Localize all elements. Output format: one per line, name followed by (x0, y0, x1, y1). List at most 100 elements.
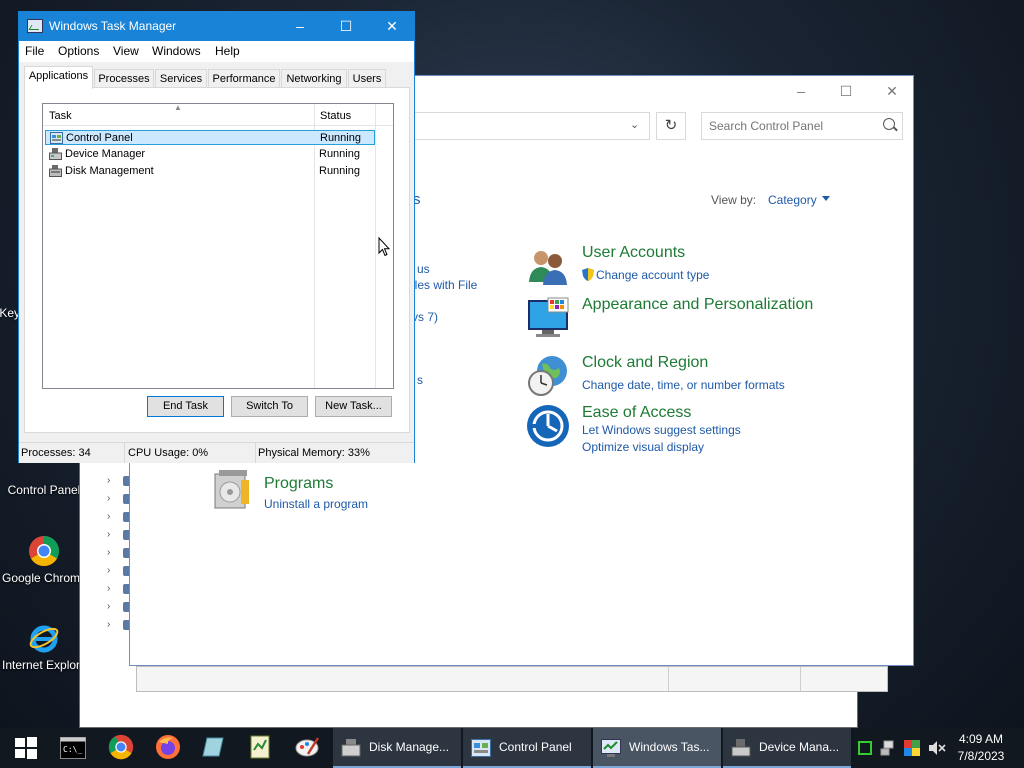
search-box[interactable] (701, 112, 903, 140)
clock-region-icon[interactable] (526, 354, 570, 398)
maximize-button[interactable]: ☐ (823, 76, 869, 106)
svg-text:C:\_: C:\_ (63, 745, 82, 754)
chevron-down-icon[interactable] (822, 196, 830, 201)
taskbar-task-label: Windows Tas... (629, 740, 710, 754)
column-divider[interactable] (375, 104, 376, 388)
sort-ascending-icon: ▲ (174, 103, 182, 112)
tab-processes[interactable]: Processes (94, 69, 154, 89)
desktop-icon-google-chrome[interactable]: Google Chrome (2, 535, 87, 585)
minimize-button[interactable]: – (778, 76, 824, 106)
maximize-button[interactable]: ☐ (323, 12, 369, 41)
status-segment (669, 667, 801, 691)
network-icon (880, 740, 894, 756)
chrome-taskbar-button[interactable] (108, 734, 136, 762)
ease-of-access-icon[interactable] (526, 404, 570, 448)
device-manager-icon (49, 148, 62, 160)
menu-options[interactable]: Options (58, 44, 99, 58)
notepad-app-taskbar-button[interactable] (247, 734, 275, 762)
column-header-status[interactable]: Status (320, 110, 351, 122)
status-bar: Processes: 34 CPU Usage: 0% Physical Mem… (19, 442, 414, 463)
switch-to-button[interactable]: Switch To (231, 396, 308, 417)
desktop-icon-label: Google Chrome (2, 571, 87, 585)
disk-management-icon (49, 165, 62, 177)
optimize-visual-display-link[interactable]: Optimize visual display (582, 440, 704, 454)
tab-performance[interactable]: Performance (208, 69, 280, 89)
taskbar-task-disk-management[interactable]: Disk Manage... (333, 728, 461, 768)
end-task-button[interactable]: End Task (147, 396, 224, 417)
menu-file[interactable]: File (25, 44, 44, 58)
chevron-right-icon: › (107, 475, 111, 486)
menu-help[interactable]: Help (215, 44, 240, 58)
taskbar-task-device-manager[interactable]: Device Mana... (723, 728, 851, 768)
color-profile-icon (904, 740, 920, 756)
change-date-time-link[interactable]: Change date, time, or number formats (582, 378, 785, 392)
tab-networking[interactable]: Networking (281, 69, 347, 89)
task-list[interactable]: ▲ Task Status Control Panel Running Devi… (42, 103, 394, 389)
desktop-icon-label: Control Panel (7, 483, 81, 497)
search-input[interactable] (709, 118, 879, 134)
task-manager-window[interactable]: Windows Task Manager – ☐ ✕ File Options … (18, 11, 415, 463)
partial-link[interactable]: iles with File (412, 278, 477, 292)
appearance-icon[interactable] (526, 296, 570, 340)
clock-time: 4:09 AM (958, 732, 1004, 746)
chevron-right-icon: › (107, 547, 111, 558)
task-manager-titlebar[interactable]: Windows Task Manager – ☐ ✕ (19, 12, 414, 41)
chrome-icon (108, 734, 134, 760)
minimize-button[interactable]: – (277, 12, 323, 41)
tray-network[interactable] (880, 728, 896, 768)
partial-link[interactable]: us (417, 262, 430, 276)
desktop-icon-label: Internet Explorer (2, 658, 91, 672)
applications-panel: ▲ Task Status Control Panel Running Devi… (24, 87, 410, 433)
command-prompt-icon: C:\_ (60, 737, 86, 759)
view-by-dropdown[interactable]: Category (768, 193, 817, 207)
tab-services[interactable]: Services (155, 69, 207, 89)
address-bar[interactable] (410, 112, 650, 140)
refresh-button[interactable]: ↻ (656, 112, 686, 140)
command-prompt-taskbar-button[interactable]: C:\_ (60, 734, 88, 762)
paint-app-taskbar-button[interactable] (294, 734, 322, 762)
change-account-type-link[interactable]: Change account type (596, 268, 709, 282)
glass-app-taskbar-button[interactable] (201, 734, 229, 762)
taskbar-task-task-manager[interactable]: Windows Tas... (593, 728, 721, 768)
taskbar-clock[interactable]: 4:09 AM 7/8/2023 (955, 731, 1007, 765)
task-manager-icon (27, 19, 43, 33)
task-row[interactable]: Disk Management Running (45, 164, 375, 179)
new-task-button[interactable]: New Task... (315, 396, 392, 417)
category-title[interactable]: Ease of Access (582, 404, 691, 422)
search-icon[interactable] (883, 118, 895, 130)
chevron-right-icon: › (107, 565, 111, 576)
close-button[interactable]: ✕ (369, 12, 415, 41)
partial-link[interactable]: vs 7) (412, 310, 438, 324)
chevron-down-icon[interactable]: ⌄ (630, 118, 639, 131)
windows-suggest-settings-link[interactable]: Let Windows suggest settings (582, 423, 741, 437)
column-header-task[interactable]: Task (49, 110, 72, 122)
desktop-icon-internet-explorer[interactable]: Internet Explorer (2, 622, 91, 672)
green-tray-icon (858, 741, 872, 755)
category-title[interactable]: Clock and Region (582, 354, 708, 372)
tray-volume[interactable] (928, 728, 946, 768)
start-button[interactable] (12, 734, 40, 762)
tray-show-hidden[interactable] (858, 728, 872, 768)
taskbar-task-label: Device Mana... (759, 740, 840, 754)
close-button[interactable]: ✕ (869, 76, 915, 106)
windows-logo-icon (15, 737, 37, 759)
category-title[interactable]: Appearance and Personalization (582, 296, 813, 314)
uninstall-program-link[interactable]: Uninstall a program (264, 497, 368, 511)
partial-link[interactable]: s (417, 373, 423, 387)
task-name: Control Panel (66, 132, 133, 144)
menu-windows[interactable]: Windows (152, 44, 201, 58)
user-accounts-icon[interactable] (526, 244, 570, 288)
task-row[interactable]: Control Panel Running (45, 130, 375, 145)
tray-color[interactable] (904, 728, 920, 768)
menu-view[interactable]: View (113, 44, 139, 58)
category-title[interactable]: User Accounts (582, 244, 685, 262)
programs-icon[interactable] (211, 466, 255, 510)
window-title: Windows Task Manager (49, 19, 177, 33)
category-title[interactable]: Programs (264, 475, 333, 493)
tab-applications[interactable]: Applications (24, 66, 93, 89)
firefox-taskbar-button[interactable] (155, 734, 183, 762)
tab-users[interactable]: Users (348, 69, 386, 89)
taskbar-task-control-panel[interactable]: Control Panel (463, 728, 591, 768)
task-row[interactable]: Device Manager Running (45, 147, 375, 162)
desktop-icon-key[interactable]: Key (0, 306, 20, 320)
